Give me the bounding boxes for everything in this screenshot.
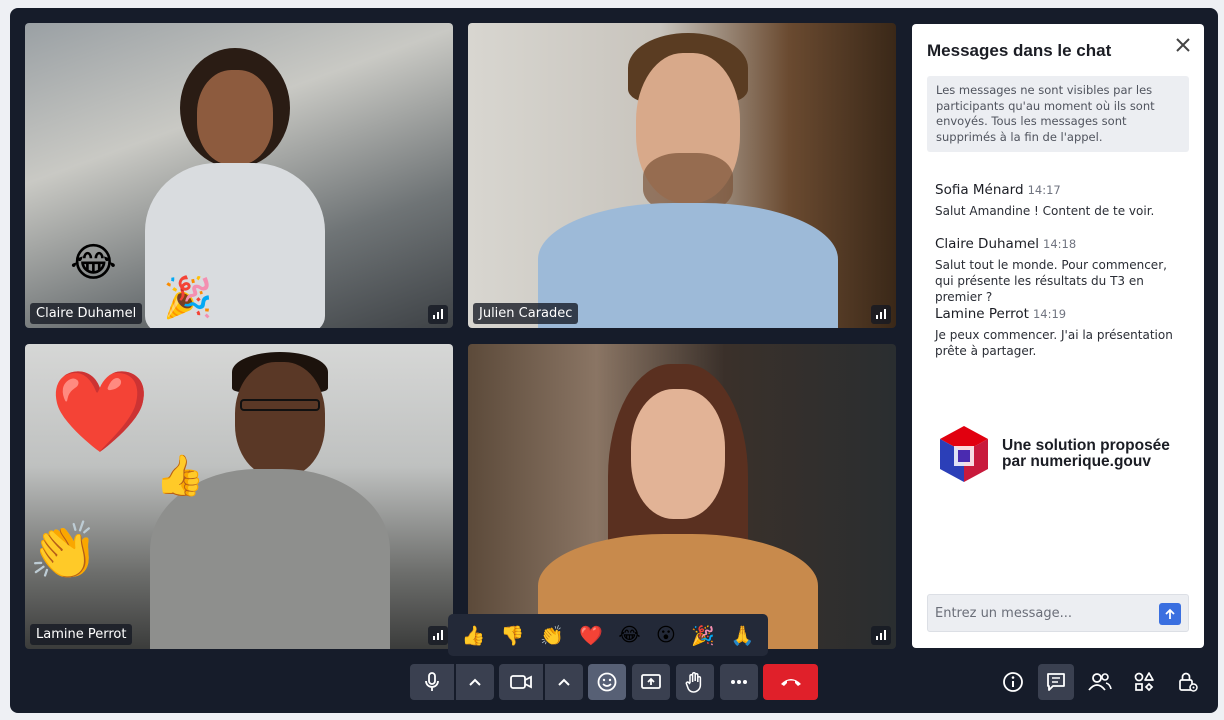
heart-icon[interactable]: ❤️ [579, 624, 603, 647]
raise-hand-button[interactable] [676, 664, 714, 700]
more-options-button[interactable] [720, 664, 758, 700]
participant-name-label: Claire Duhamel [30, 303, 143, 324]
phone-hangup-icon [780, 679, 801, 686]
message-author: Claire Duhamel [935, 236, 1040, 252]
message-input[interactable] [935, 603, 1145, 623]
chat-button[interactable] [1038, 664, 1074, 700]
screen-share-button[interactable] [632, 664, 670, 700]
chevron-up-icon [469, 678, 481, 686]
thumbs-up-reaction-icon: 👍 [155, 453, 205, 499]
hand-icon [685, 672, 702, 693]
arrow-up-icon [1165, 608, 1175, 619]
reactions-button[interactable] [588, 664, 626, 700]
party-reaction-icon: 🎉 [163, 275, 213, 321]
smiley-icon [597, 672, 617, 692]
message-text: Je peux commencer. J'ai la présentation … [935, 328, 1173, 358]
chat-message: Claire Duhamel 14:18 Salut tout le monde.… [935, 233, 1185, 305]
video-call-window: 😂 🎉 Claire Duhamel Julien Caradec ❤️ 👍 👏… [10, 8, 1218, 713]
logo-text-line: Une solution proposée [1002, 437, 1170, 454]
clap-reaction-icon: 👏 [29, 519, 99, 584]
laugh-reaction-icon: 😂 [70, 240, 117, 286]
message-time: 14:17 [1027, 183, 1061, 197]
participant-silhouette [528, 364, 828, 649]
clap-icon[interactable]: 👏 [540, 624, 564, 647]
message-time: 14:19 [1032, 307, 1067, 321]
message-time: 14:18 [1043, 237, 1077, 251]
camera-options-button[interactable] [545, 664, 583, 700]
chat-message: Sofia Ménard 14:17 Salut Amandine ! Conte… [935, 179, 1185, 219]
send-button[interactable] [1159, 603, 1181, 625]
message-text: Salut Amandine ! Content de te voir. [935, 204, 1155, 218]
message-text: Salut tout le monde. Pour commencer, qui… [935, 258, 1167, 304]
chat-title: Messages dans le chat [927, 41, 1112, 60]
participant-name-label: Julien Caradec [473, 303, 579, 324]
party-icon[interactable]: 🎉 [691, 624, 715, 647]
chat-panel: Messages dans le chat Les messages ne so… [912, 24, 1204, 648]
effects-icon [1134, 672, 1154, 692]
camera-button[interactable] [499, 664, 543, 700]
logo-text-line: par numerique.gouv [1002, 453, 1151, 470]
chat-icon [1047, 673, 1065, 691]
info-button[interactable] [995, 664, 1031, 700]
pray-icon[interactable]: 🙏 [731, 624, 755, 647]
chat-message: Lamine Perrot 14:19 Je peux commencer. J'… [935, 303, 1185, 359]
microphone-icon [425, 672, 439, 691]
hang-up-button[interactable] [763, 664, 818, 700]
microphone-options-button[interactable] [456, 664, 494, 700]
participants-button[interactable] [1082, 664, 1118, 700]
message-author: Lamine Perrot [935, 306, 1029, 322]
chevron-up-icon [558, 678, 570, 686]
microphone-button[interactable] [410, 664, 454, 700]
lock-settings-icon [1179, 672, 1198, 692]
camera-icon [510, 675, 532, 689]
thumbs-up-icon[interactable]: 👍 [462, 624, 486, 647]
signal-strength-icon [871, 305, 891, 324]
info-icon [1003, 672, 1023, 692]
laugh-icon[interactable]: 😂 [618, 624, 640, 646]
video-tile[interactable]: ❤️ 👍 👏 Lamine Perrot [25, 344, 453, 649]
participant-silhouette [538, 33, 838, 328]
video-tile[interactable] [468, 344, 896, 649]
signal-strength-icon [428, 305, 448, 324]
participant-name-label: Lamine Perrot [30, 624, 133, 645]
chat-notice: Les messages ne sont visibles par les pa… [927, 76, 1189, 152]
message-author: Sofia Ménard [935, 182, 1024, 198]
message-input-box [927, 594, 1189, 632]
signal-strength-icon [871, 626, 891, 645]
security-button[interactable] [1170, 664, 1206, 700]
people-icon [1088, 673, 1112, 691]
thumbs-down-icon[interactable]: 👎 [501, 624, 525, 647]
provider-logo-block: Une solution proposée par numerique.gouv [936, 424, 1170, 484]
screen-share-icon [641, 674, 661, 689]
heart-reaction-icon: ❤️ [50, 365, 150, 458]
video-tile[interactable]: Julien Caradec [468, 23, 896, 328]
reactions-bar: 👍 👎 👏 ❤️ 😂 😮 🎉 🙏 [448, 614, 768, 656]
cube-logo-icon [940, 426, 988, 482]
surprised-icon[interactable]: 😮 [656, 624, 676, 646]
video-tile[interactable]: 😂 🎉 Claire Duhamel [25, 23, 453, 328]
signal-strength-icon [428, 626, 448, 645]
more-icon [731, 680, 747, 684]
effects-button[interactable] [1126, 664, 1162, 700]
close-icon[interactable] [1172, 34, 1194, 56]
